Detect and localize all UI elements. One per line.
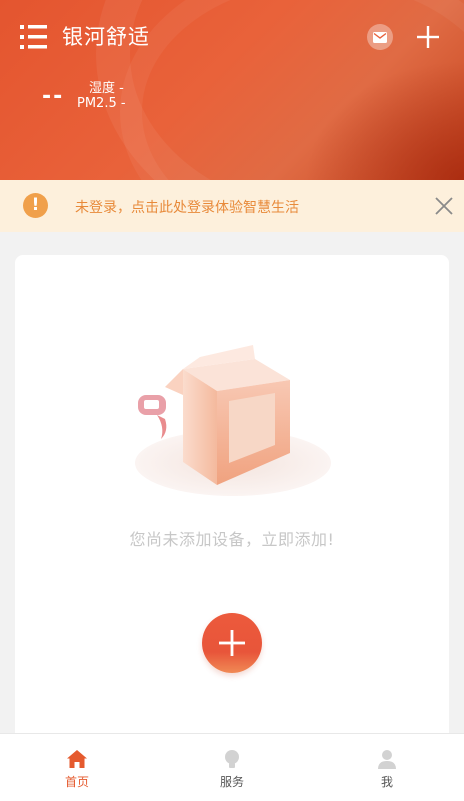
bottom-tab-bar: 首页 服务 我 bbox=[0, 733, 464, 801]
lightbulb-icon bbox=[221, 749, 243, 769]
app-title: 银河舒适 bbox=[62, 25, 150, 49]
tab-home[interactable]: 首页 bbox=[0, 734, 154, 801]
tab-home-label: 首页 bbox=[64, 775, 89, 789]
pm25-reading: PM2.5 - bbox=[77, 96, 126, 111]
mail-icon bbox=[373, 31, 387, 43]
tab-me-label: 我 bbox=[380, 775, 393, 789]
device-card: 您尚未添加设备，立即添加! bbox=[15, 255, 449, 755]
empty-state-text: 您尚未添加设备，立即添加! bbox=[129, 530, 335, 549]
home-icon bbox=[66, 749, 88, 769]
mail-button[interactable] bbox=[367, 24, 393, 50]
plus-icon[interactable] bbox=[414, 23, 442, 51]
close-icon[interactable] bbox=[433, 195, 455, 217]
header-decor-shade bbox=[304, 60, 464, 180]
add-device-button[interactable] bbox=[202, 613, 262, 673]
warning-icon: ! bbox=[23, 193, 48, 218]
tab-services[interactable]: 服务 bbox=[155, 734, 309, 801]
user-icon bbox=[376, 749, 398, 769]
temperature-value: -- bbox=[42, 84, 65, 109]
menu-icon[interactable] bbox=[20, 24, 48, 50]
tab-services-label: 服务 bbox=[219, 775, 244, 789]
header: 银河舒适 -- 湿度 - PM2.5 - bbox=[0, 0, 464, 180]
empty-box-illustration bbox=[125, 335, 345, 505]
add-icon bbox=[219, 630, 245, 656]
login-notice-banner[interactable]: ! 未登录，点击此处登录体验智慧生活 bbox=[0, 180, 464, 232]
humidity-reading: 湿度 - bbox=[89, 81, 124, 96]
tab-me[interactable]: 我 bbox=[310, 734, 464, 801]
login-notice-text[interactable]: 未登录，点击此处登录体验智慧生活 bbox=[75, 197, 299, 217]
